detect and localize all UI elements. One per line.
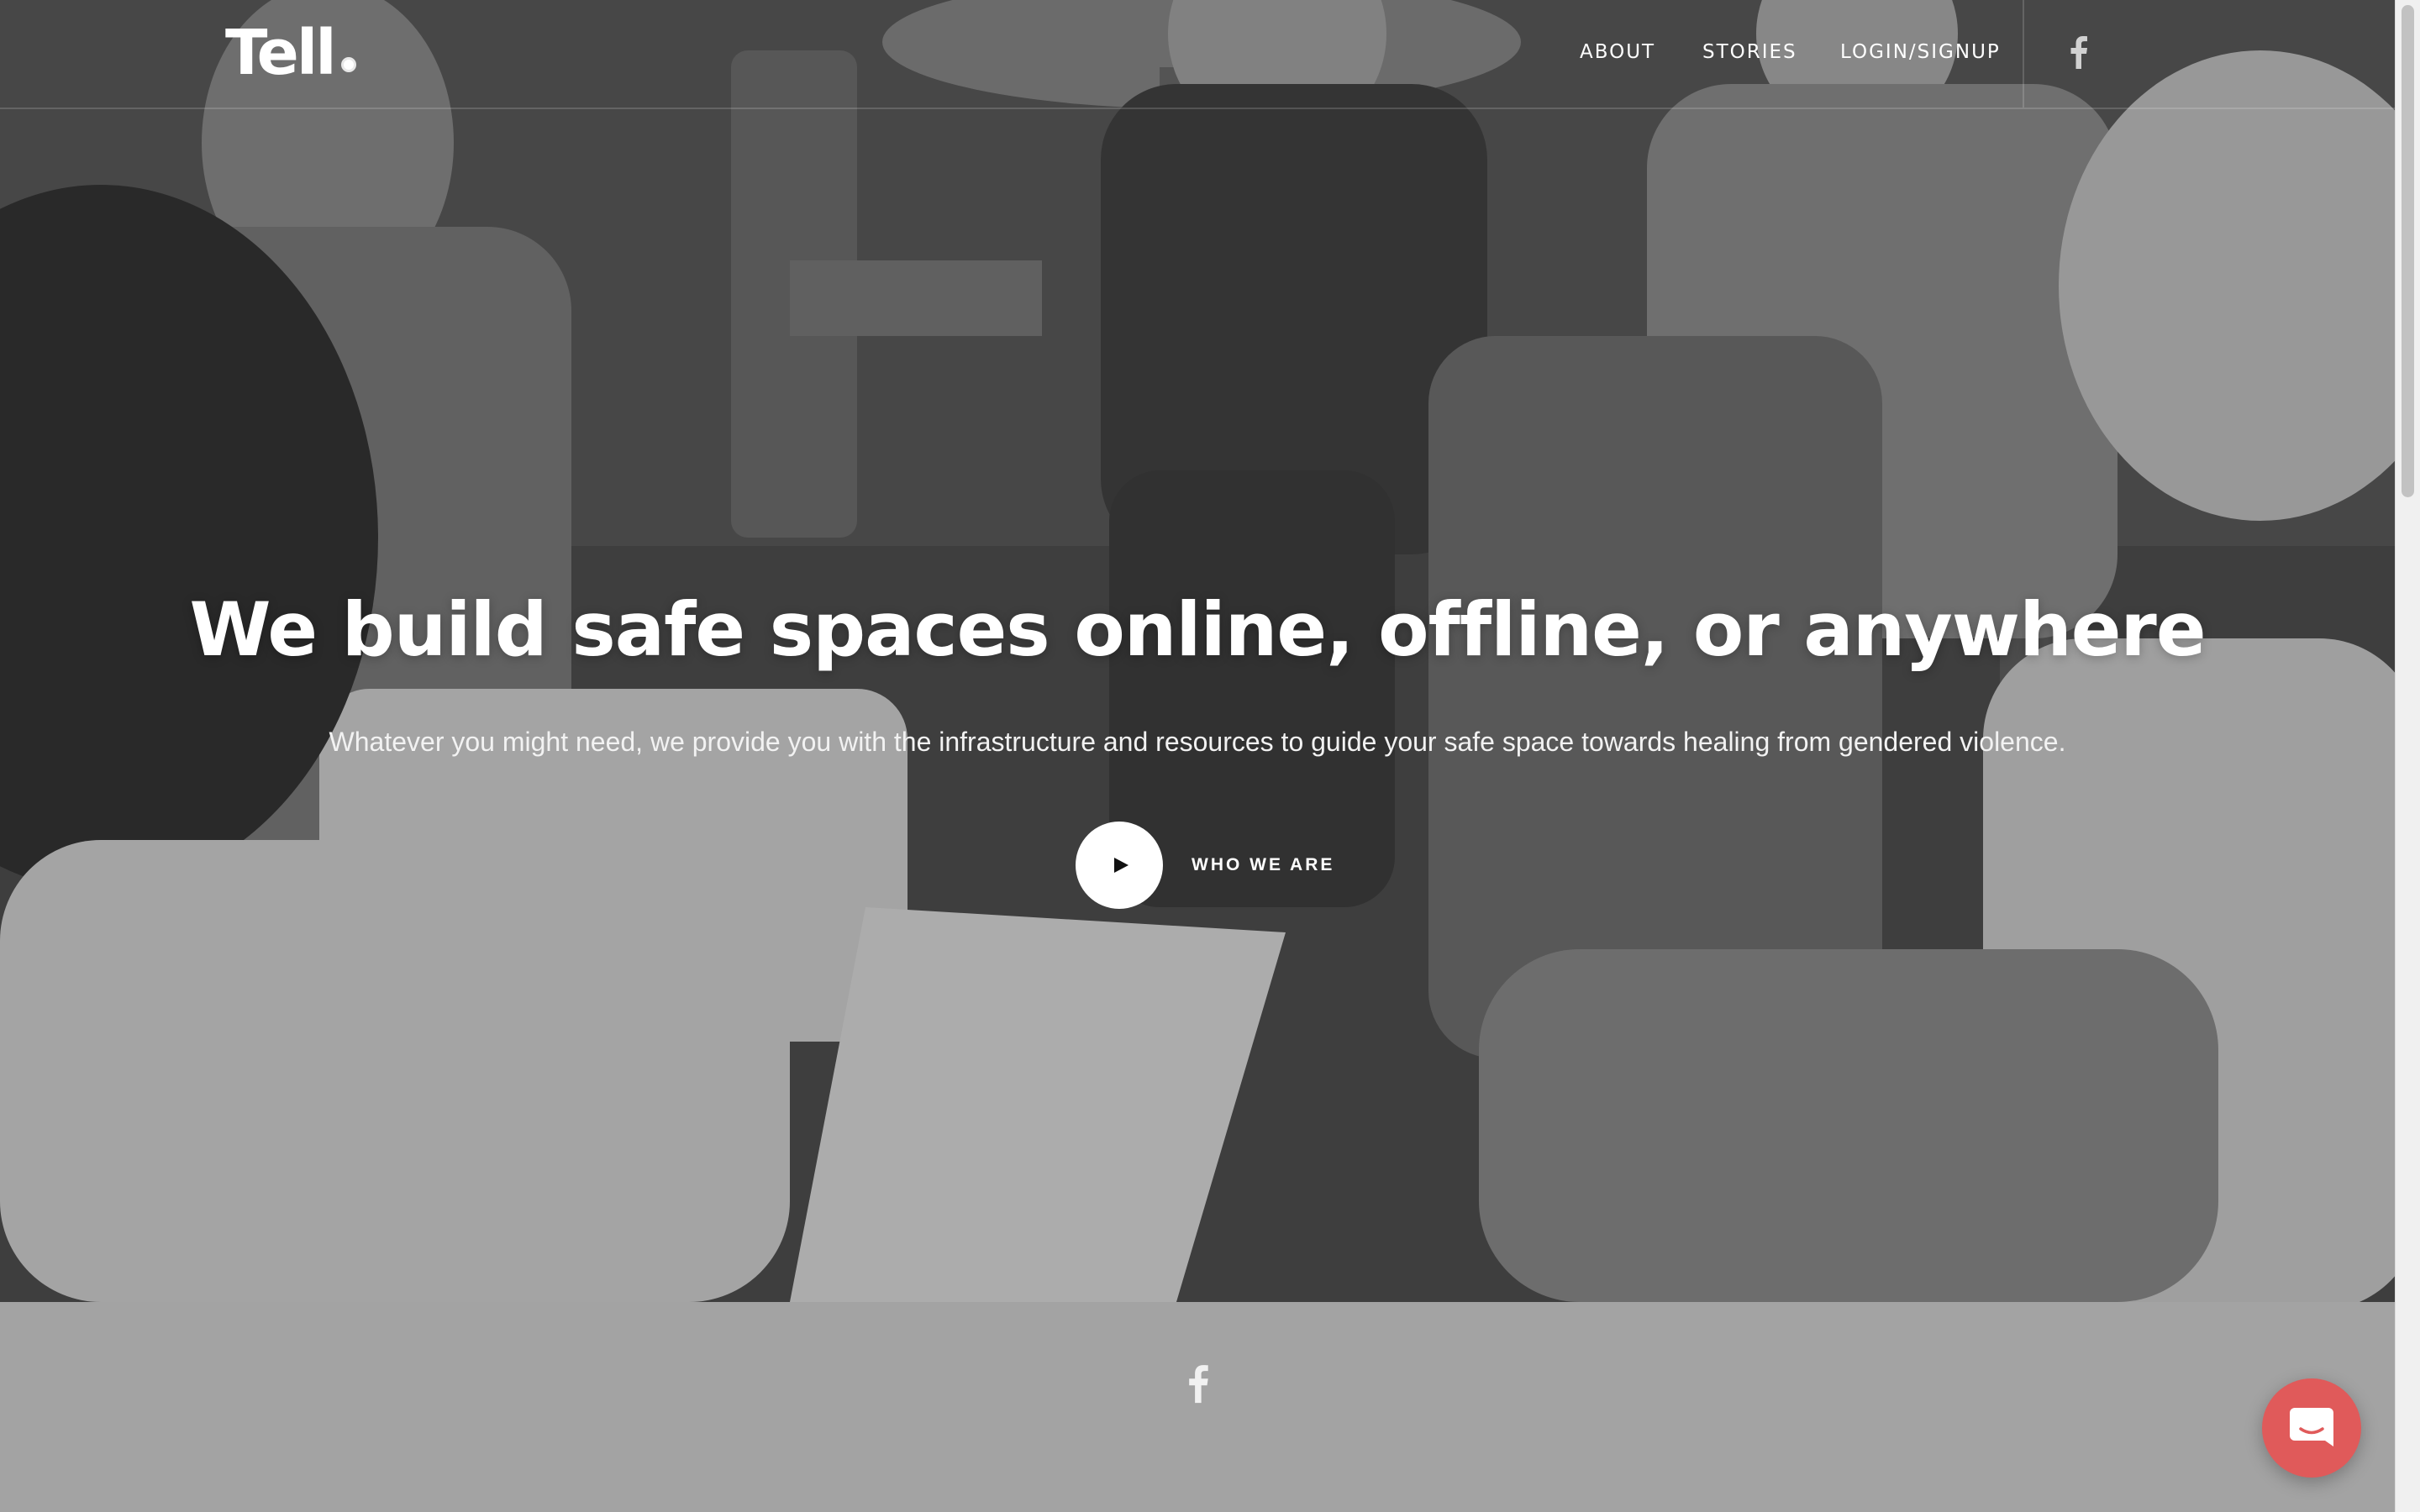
facebook-icon[interactable] — [2067, 35, 2089, 69]
hero-section: Tell ABOUT STORIES LOGIN/SIGNUP We build… — [0, 0, 2395, 1302]
who-we-are-button[interactable]: WHO WE ARE — [1076, 822, 1334, 909]
nav-item-about[interactable]: ABOUT — [1580, 35, 1655, 69]
hero-subtitle: Whatever you might need, we provide you … — [329, 727, 2066, 757]
who-we-are-label[interactable]: WHO WE ARE — [1192, 855, 1334, 875]
chat-launcher-button[interactable] — [2262, 1378, 2361, 1478]
play-button[interactable] — [1076, 822, 1163, 909]
nav-divider — [2023, 0, 2024, 108]
page: Tell ABOUT STORIES LOGIN/SIGNUP We build… — [0, 0, 2420, 1512]
hero-title: We build safe spaces online, offline, or… — [189, 586, 2206, 673]
nav-item-stories[interactable]: STORIES — [1702, 35, 1797, 69]
main-nav: ABOUT STORIES LOGIN/SIGNUP — [0, 35, 2395, 69]
chat-icon — [2290, 1408, 2333, 1446]
facebook-icon[interactable] — [1185, 1362, 1210, 1404]
site-footer — [0, 1302, 2395, 1512]
scrollbar-thumb[interactable] — [2402, 5, 2414, 497]
nav-item-login-signup[interactable]: LOGIN/SIGNUP — [1840, 35, 2001, 69]
page-scrollbar[interactable] — [2395, 0, 2420, 1512]
site-header: Tell ABOUT STORIES LOGIN/SIGNUP — [0, 0, 2395, 109]
play-icon — [1114, 858, 1128, 873]
